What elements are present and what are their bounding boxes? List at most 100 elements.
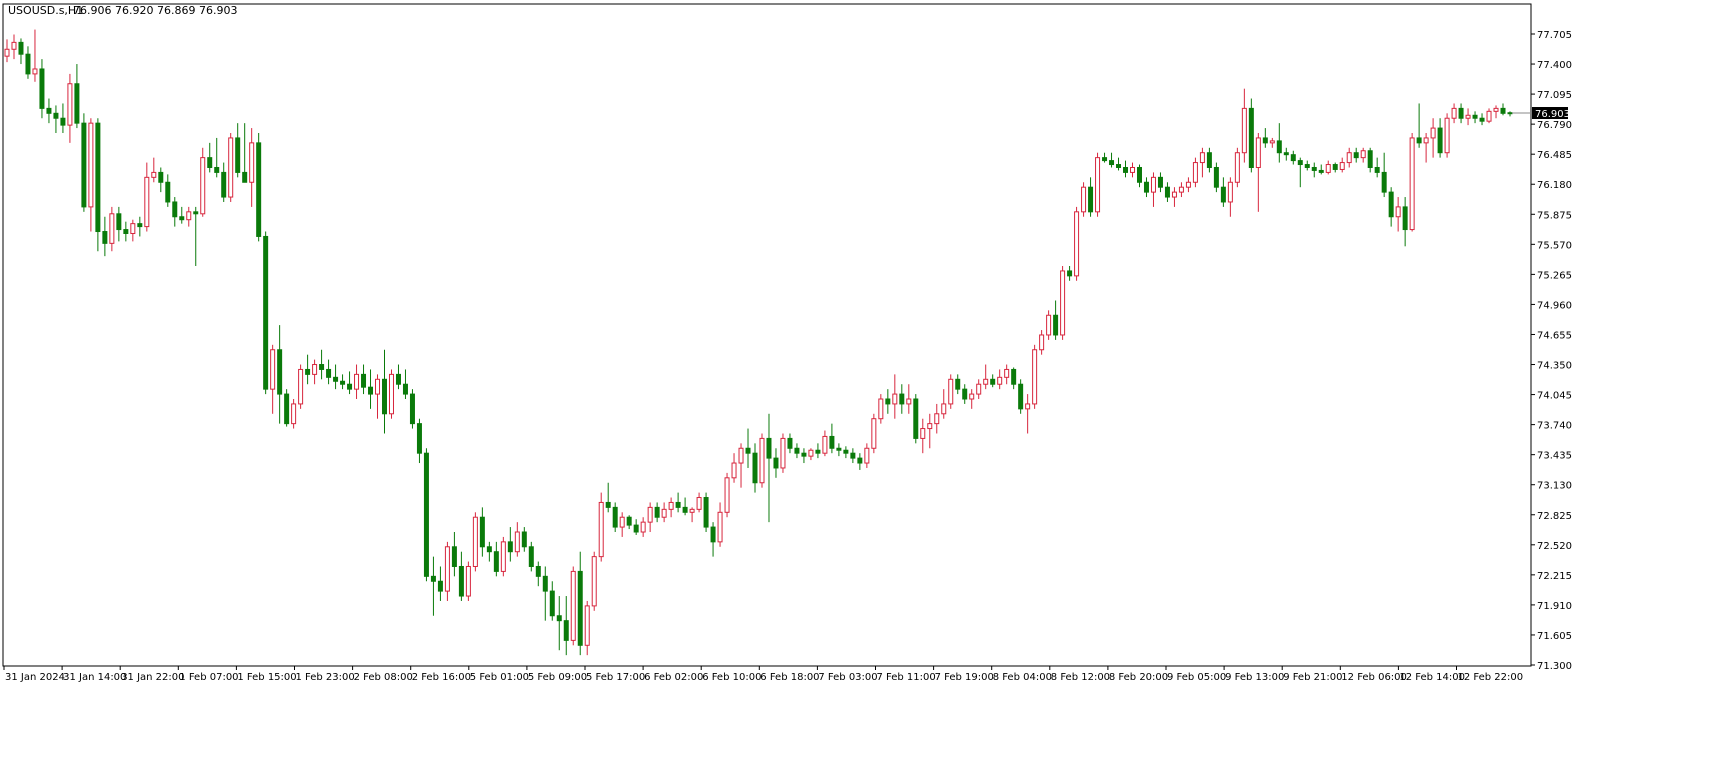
candle-body	[766, 437, 772, 459]
candle-body	[249, 142, 255, 183]
candle-body	[4, 48, 10, 57]
candle-body	[137, 223, 143, 228]
x-tick-label: 7 Feb 11:00	[877, 672, 936, 683]
candle	[409, 389, 415, 429]
time-axis[interactable]: 31 Jan 202431 Jan 14:0031 Jan 22:001 Feb…	[3, 666, 1523, 683]
candle-body	[934, 413, 940, 425]
candle-body	[1339, 162, 1345, 170]
candle-body	[570, 570, 576, 641]
y-tick-label: 77.095	[1537, 90, 1572, 101]
candle-body	[892, 393, 898, 405]
candle-body	[381, 378, 387, 415]
candle-body	[640, 521, 646, 533]
candle-body	[962, 388, 968, 400]
candle-body	[486, 546, 492, 553]
candle-body	[710, 526, 716, 543]
candle-body	[1171, 191, 1177, 198]
y-tick-label: 71.300	[1537, 661, 1572, 672]
candle-body	[409, 393, 415, 425]
candle-body	[388, 373, 394, 415]
candle-body	[1409, 137, 1415, 231]
candle-body	[1046, 314, 1052, 336]
candle-body	[794, 447, 800, 454]
candle-body	[1095, 157, 1101, 213]
candle-body	[1353, 152, 1359, 159]
candle	[263, 231, 269, 395]
candle-body	[1276, 140, 1282, 154]
candle	[1234, 147, 1240, 188]
candle	[1192, 157, 1198, 188]
x-tick-label: 1 Feb 07:00	[179, 672, 238, 683]
candle-body	[1311, 166, 1317, 171]
candle-body	[612, 506, 618, 528]
candle-body	[1143, 181, 1149, 193]
y-tick-label: 77.400	[1537, 60, 1572, 71]
x-tick-label: 12 Feb 06:00	[1341, 672, 1407, 683]
candle	[500, 536, 506, 577]
candle-body	[242, 171, 248, 183]
candle-body	[1416, 137, 1422, 144]
candle-body	[1290, 154, 1296, 162]
x-tick-label: 9 Feb 05:00	[1167, 672, 1226, 683]
candle-body	[955, 378, 961, 390]
x-tick-label: 31 Jan 2024	[5, 672, 65, 683]
candle-body	[493, 551, 499, 572]
candle-body	[1423, 137, 1429, 144]
x-tick-label: 9 Feb 21:00	[1283, 672, 1342, 683]
candle-body	[1199, 152, 1205, 164]
candle	[1081, 182, 1087, 217]
candle-body	[368, 386, 374, 395]
price-tag-label: 76.903	[1535, 109, 1570, 120]
candle	[1444, 113, 1450, 158]
candle-body	[913, 398, 919, 439]
candle-body	[864, 447, 870, 464]
candle-body	[312, 364, 318, 375]
candle-body	[361, 373, 367, 388]
candle-body	[284, 393, 290, 425]
x-tick-label: 7 Feb 03:00	[818, 672, 877, 683]
price-axis[interactable]: 77.705 77.400 77.095 76.790 76.485 76.180 75.8…	[1531, 30, 1572, 672]
price-chart[interactable]: USOUSD.s,H1 76.906 76.920 76.869 76.903 …	[0, 0, 1725, 756]
candle-body	[67, 83, 73, 126]
x-tick-label: 8 Feb 20:00	[1109, 672, 1168, 683]
x-tick-label: 6 Feb 02:00	[644, 672, 703, 683]
candle-body	[857, 457, 863, 464]
y-tick-label: 71.605	[1537, 631, 1572, 642]
candle-body	[472, 516, 478, 567]
candle-body	[1304, 164, 1310, 168]
candle-body	[1500, 107, 1506, 114]
x-tick-label: 5 Feb 01:00	[470, 672, 529, 683]
candle-body	[997, 376, 1003, 385]
candle-body	[256, 142, 262, 237]
candle-body	[179, 216, 185, 221]
candle-body	[1318, 169, 1324, 173]
candle-body	[214, 166, 220, 173]
candle-body	[102, 231, 108, 244]
candle-body	[1088, 186, 1094, 213]
candle	[591, 551, 597, 611]
candle-body	[1081, 186, 1087, 213]
y-tick-label: 73.740	[1537, 421, 1572, 432]
candle	[724, 472, 730, 518]
candle	[1213, 162, 1219, 193]
candle-body	[717, 511, 723, 543]
candle-body	[200, 157, 206, 215]
candle	[780, 433, 786, 473]
candle-body	[402, 383, 408, 395]
candle-body	[1116, 164, 1122, 168]
candle-body	[319, 364, 325, 370]
y-tick-label: 74.350	[1537, 361, 1572, 372]
candle-body	[1486, 110, 1492, 122]
x-tick-label: 7 Feb 19:00	[935, 672, 994, 683]
candle-body	[479, 516, 485, 548]
candle-body	[976, 383, 982, 395]
chart-canvas[interactable]: USOUSD.s,H1 76.906 76.920 76.869 76.903 …	[0, 0, 1725, 756]
candle-body	[416, 423, 422, 454]
candle-body	[682, 506, 688, 513]
candle-body	[521, 531, 527, 548]
candle	[759, 433, 765, 488]
candle-body	[731, 462, 737, 479]
candle	[256, 133, 262, 242]
candle	[913, 394, 919, 444]
x-tick-label: 1 Feb 15:00	[237, 672, 296, 683]
